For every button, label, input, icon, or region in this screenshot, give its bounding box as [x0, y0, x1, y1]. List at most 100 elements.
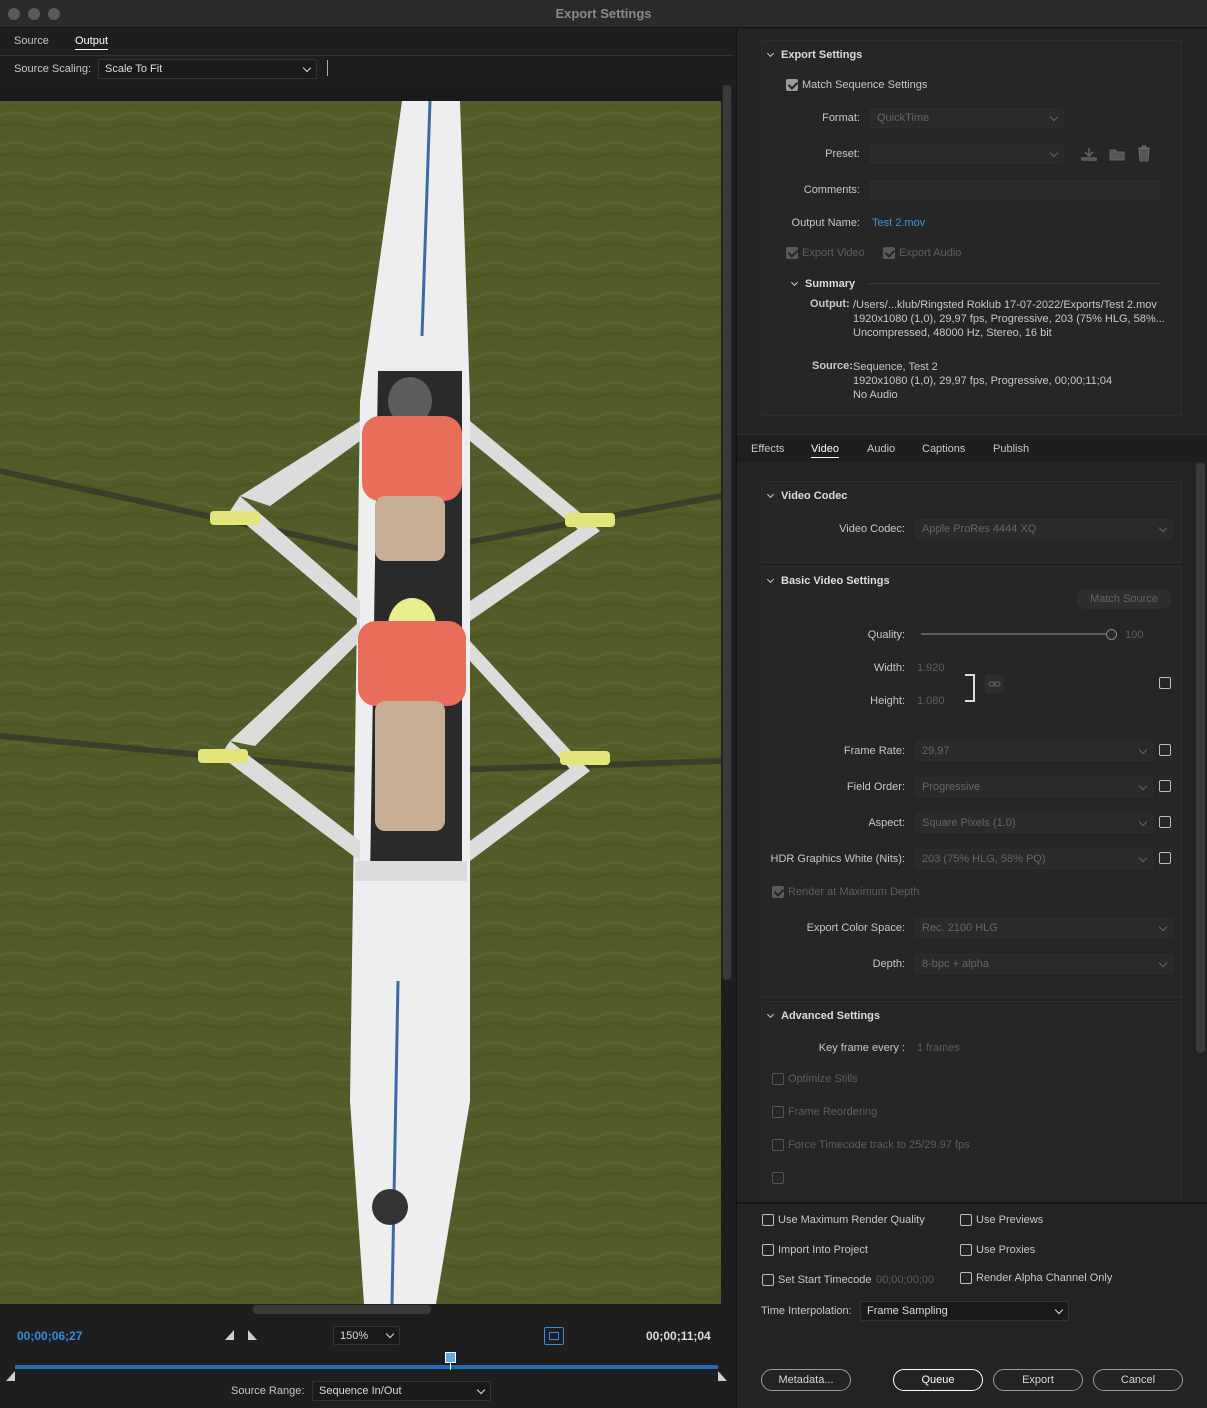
depth-label: Depth:: [872, 958, 905, 970]
set-start-timecode-checkbox[interactable]: [762, 1274, 774, 1286]
settings-tab-bar: [737, 434, 1207, 462]
save-preset-icon[interactable]: [1080, 146, 1098, 162]
mark-out-icon[interactable]: [248, 1330, 257, 1340]
advanced-settings-heading[interactable]: Advanced Settings: [766, 1010, 880, 1022]
source-range-value: Sequence In/Out: [319, 1385, 402, 1397]
window-title: Export Settings: [555, 6, 652, 21]
hdr-white-override-checkbox[interactable]: [1159, 852, 1171, 864]
current-timecode[interactable]: 00;00;06;27: [17, 1329, 82, 1343]
depth-dropdown[interactable]: 8-bpc + alpha: [915, 954, 1173, 974]
export-settings-heading[interactable]: Export Settings: [766, 49, 862, 61]
use-previews-checkbox[interactable]: [960, 1214, 972, 1226]
tab-captions[interactable]: Captions: [922, 443, 965, 455]
frame-rate-override-checkbox[interactable]: [1159, 744, 1171, 756]
chevron-down-icon: [1138, 817, 1148, 826]
chevron-down-icon: [1054, 1305, 1064, 1314]
cancel-button[interactable]: Cancel: [1093, 1369, 1183, 1391]
timeline-track[interactable]: [15, 1365, 718, 1369]
video-preview: [0, 101, 721, 1304]
mark-in-icon[interactable]: [225, 1330, 234, 1340]
chevron-down-icon: [1158, 958, 1168, 967]
tab-publish[interactable]: Publish: [993, 443, 1029, 455]
hdr-white-dropdown[interactable]: 203 (75% HLG, 58% PQ): [915, 849, 1153, 869]
preset-dropdown[interactable]: [870, 144, 1064, 164]
export-audio-checkbox[interactable]: [883, 247, 895, 259]
set-start-timecode-label: Set Start Timecode: [778, 1274, 872, 1286]
source-scaling-dropdown[interactable]: Scale To Fit: [98, 59, 317, 79]
aspect-value: Square Pixels (1.0): [922, 817, 1016, 829]
use-previews-label: Use Previews: [976, 1214, 1044, 1226]
queue-button[interactable]: Queue: [893, 1369, 983, 1391]
width-value[interactable]: 1.920: [917, 662, 945, 674]
frame-rate-label: Frame Rate:: [843, 745, 905, 757]
comments-field[interactable]: [870, 180, 1160, 200]
quality-slider-thumb[interactable]: [1106, 629, 1117, 640]
tab-source[interactable]: Source: [14, 35, 49, 47]
delete-preset-icon[interactable]: [1136, 145, 1152, 162]
import-into-project-label: Import Into Project: [778, 1244, 868, 1256]
force-timecode-label: Force Timecode track to 25/29.97 fps: [788, 1139, 970, 1151]
frame-reordering-checkbox[interactable]: [772, 1106, 784, 1118]
frame-rate-dropdown[interactable]: 29,97: [915, 741, 1153, 761]
video-codec-heading[interactable]: Video Codec: [766, 490, 847, 502]
tab-audio[interactable]: Audio: [867, 443, 895, 455]
export-video-checkbox[interactable]: [786, 247, 798, 259]
render-max-depth-checkbox[interactable]: [772, 886, 784, 898]
tab-output[interactable]: Output: [75, 35, 109, 50]
match-source-button[interactable]: Match Source: [1076, 589, 1172, 609]
aspect-label: Aspect:: [868, 817, 905, 829]
time-interpolation-dropdown[interactable]: Frame Sampling: [860, 1301, 1069, 1321]
keyframe-value[interactable]: 1 frames: [917, 1042, 960, 1054]
color-space-value: Rec. 2100 HLG: [922, 922, 998, 934]
playhead-line: [450, 1362, 451, 1370]
metadata-button[interactable]: Metadata...: [761, 1369, 851, 1391]
chevron-down-icon: [1158, 922, 1168, 931]
summary-heading[interactable]: Summary: [790, 278, 855, 290]
force-timecode-checkbox[interactable]: [772, 1139, 784, 1151]
optimize-stills-label: Optimize Stills: [788, 1073, 858, 1085]
height-label: Height:: [870, 695, 905, 707]
height-value[interactable]: 1.080: [917, 695, 945, 707]
optimize-stills-checkbox[interactable]: [772, 1073, 784, 1085]
field-order-override-checkbox[interactable]: [1159, 780, 1171, 792]
format-dropdown[interactable]: QuickTime: [870, 108, 1064, 128]
link-icon[interactable]: [985, 675, 1004, 693]
field-order-dropdown[interactable]: Progressive: [915, 777, 1153, 797]
match-sequence-checkbox[interactable]: [786, 79, 798, 91]
settings-scrollbar[interactable]: [1196, 463, 1205, 1053]
export-button[interactable]: Export: [993, 1369, 1083, 1391]
aspect-ratio-correction-icon[interactable]: [544, 1327, 564, 1345]
preview-horizontal-scrollbar[interactable]: [253, 1305, 431, 1314]
basic-video-heading[interactable]: Basic Video Settings: [766, 575, 890, 587]
out-point-handle-icon[interactable]: [718, 1371, 727, 1381]
aspect-override-checkbox[interactable]: [1159, 816, 1171, 828]
tab-video[interactable]: Video: [811, 443, 839, 458]
source-scaling-value: Scale To Fit: [105, 63, 163, 75]
use-max-render-checkbox[interactable]: [762, 1214, 774, 1226]
summary-output-label: Output:: [810, 298, 850, 310]
color-space-dropdown[interactable]: Rec. 2100 HLG: [915, 918, 1173, 938]
quality-slider-track[interactable]: [921, 633, 1111, 635]
import-preset-icon[interactable]: [1108, 146, 1126, 162]
aspect-dropdown[interactable]: Square Pixels (1.0): [915, 813, 1153, 833]
use-proxies-checkbox[interactable]: [960, 1244, 972, 1256]
field-order-value: Progressive: [922, 781, 981, 793]
advanced-extra-checkbox[interactable]: [772, 1172, 784, 1184]
time-interpolation-label: Time Interpolation:: [761, 1305, 852, 1317]
source-range-dropdown[interactable]: Sequence In/Out: [312, 1381, 491, 1401]
zoom-level-dropdown[interactable]: 150%: [333, 1326, 400, 1345]
video-codec-dropdown[interactable]: Apple ProRes 4444 XQ: [915, 519, 1173, 539]
start-timecode-value[interactable]: 00;00;00;00: [876, 1274, 934, 1286]
format-value: QuickTime: [877, 112, 930, 124]
video-codec-value: Apple ProRes 4444 XQ: [922, 523, 1037, 535]
in-point-handle-icon[interactable]: [6, 1371, 15, 1381]
render-alpha-checkbox[interactable]: [960, 1272, 972, 1284]
color-space-label: Export Color Space:: [806, 922, 905, 934]
preview-vertical-scrollbar[interactable]: [722, 85, 732, 980]
tab-effects[interactable]: Effects: [751, 443, 784, 455]
render-max-depth-label: Render at Maximum Depth: [788, 886, 920, 898]
dimensions-override-checkbox[interactable]: [1159, 677, 1171, 689]
import-into-project-checkbox[interactable]: [762, 1244, 774, 1256]
depth-value: 8-bpc + alpha: [922, 958, 989, 970]
output-name-link[interactable]: Test 2.mov: [872, 217, 925, 229]
